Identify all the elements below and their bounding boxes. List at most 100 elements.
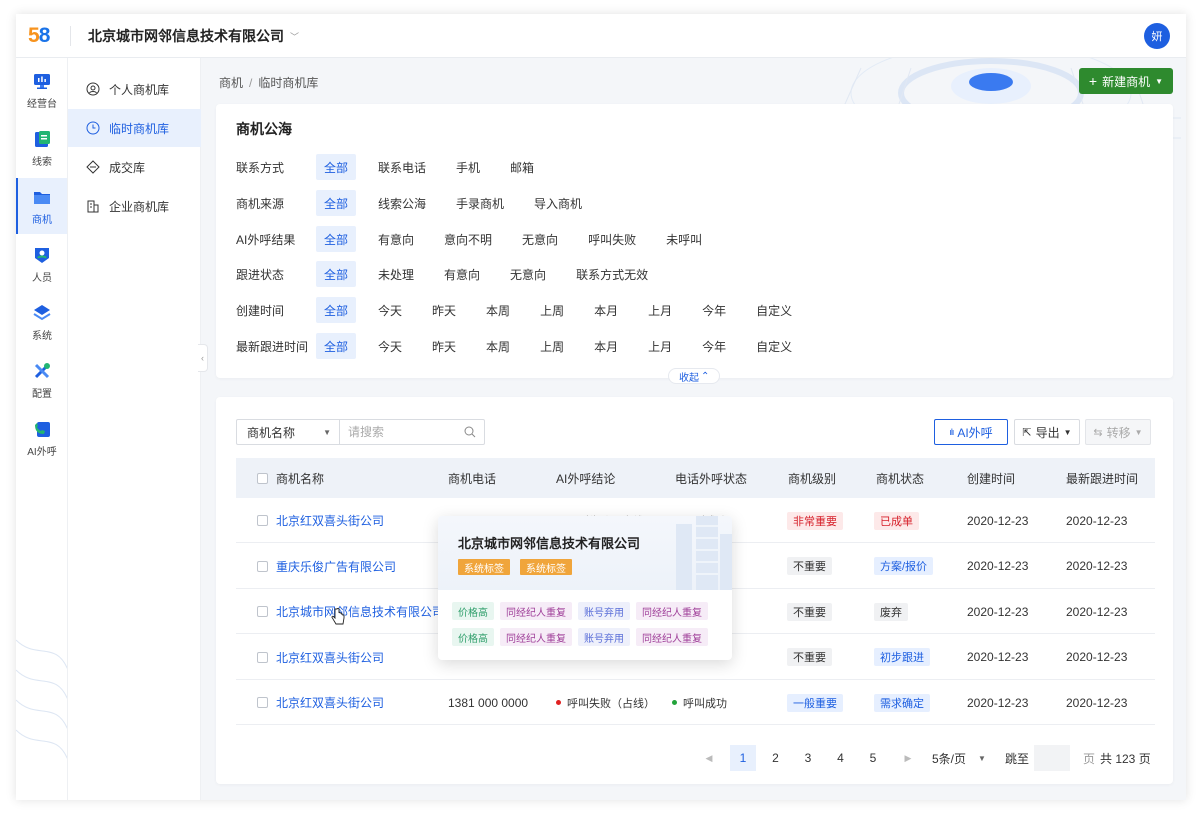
filter-row: 最新跟进时间 全部 今天 昨天 本周 上周 本月 上月 今年 自定义 bbox=[236, 333, 814, 359]
page-number-button[interactable]: 5 bbox=[860, 745, 886, 771]
level-cell: 一般重要 bbox=[787, 680, 843, 725]
pagination: ◀ 12345 ▶ 5条/页 ▼ 跳至 页 共 123 页 bbox=[216, 745, 1173, 771]
page-number-button[interactable]: 1 bbox=[730, 745, 756, 771]
page-number-button[interactable]: 2 bbox=[763, 745, 789, 771]
row-checkbox[interactable] bbox=[257, 680, 268, 725]
row-checkbox[interactable] bbox=[257, 544, 268, 589]
col-header-name[interactable]: 商机名称 bbox=[276, 458, 324, 498]
filter-option[interactable]: 手录商机 bbox=[448, 190, 512, 216]
filter-option[interactable]: 全部 bbox=[316, 154, 357, 180]
filter-option[interactable]: 本月 bbox=[586, 297, 626, 323]
subnav-item-enterprise[interactable]: 企业商机库 bbox=[68, 187, 201, 225]
search-field-select[interactable]: 商机名称 ▼ bbox=[236, 419, 340, 445]
filter-option[interactable]: 邮箱 bbox=[502, 154, 542, 180]
export-icon: ⇱ bbox=[1022, 426, 1032, 439]
filter-option[interactable]: 未呼叫 bbox=[658, 226, 710, 252]
status-badge: 需求确定 bbox=[874, 693, 930, 712]
prev-page-button[interactable]: ◀ bbox=[696, 745, 722, 771]
filter-option[interactable]: 上月 bbox=[640, 333, 680, 359]
page-number-button[interactable]: 4 bbox=[828, 745, 854, 771]
filter-option[interactable]: 今年 bbox=[694, 333, 734, 359]
opportunity-name-link[interactable]: 北京红双喜头街公司 bbox=[276, 680, 384, 725]
filter-option[interactable]: 上周 bbox=[532, 297, 572, 323]
avatar[interactable]: 妍 bbox=[1144, 23, 1170, 49]
filter-option[interactable]: 今天 bbox=[370, 297, 410, 323]
filter-label: 联系方式 bbox=[236, 160, 285, 175]
filter-option[interactable]: 全部 bbox=[316, 333, 357, 359]
status-cell: 方案/报价 bbox=[874, 544, 934, 589]
opportunity-name-link[interactable]: 重庆乐俊广告有限公司 bbox=[276, 544, 396, 589]
jump-page-input[interactable] bbox=[1034, 745, 1070, 771]
export-button[interactable]: ⇱ 导出 ▼ bbox=[1014, 419, 1080, 445]
fold-toggle[interactable]: 收起 ⌃ bbox=[668, 368, 721, 384]
filter-option[interactable]: 全部 bbox=[316, 190, 357, 216]
filter-option[interactable]: 本周 bbox=[478, 333, 518, 359]
filter-option[interactable]: 全部 bbox=[316, 226, 357, 252]
level-cell: 非常重要 bbox=[787, 498, 843, 543]
company-name: 北京城市网邻信息技术有限公司 bbox=[88, 28, 284, 44]
select-all-checkbox[interactable] bbox=[257, 458, 268, 498]
sidebar-item-label: 人员 bbox=[32, 272, 52, 284]
breadcrumb-root[interactable]: 商机 bbox=[219, 76, 243, 90]
label-tag: 账号弃用 bbox=[578, 628, 630, 646]
table-row[interactable]: 北京红双喜头街公司 1381 000 0000 呼叫失败（占线） 呼叫成功 一般重要 需求… bbox=[236, 680, 1155, 725]
sidebar-item-clue[interactable]: 线索 bbox=[16, 120, 67, 176]
sidebar-item-system[interactable]: 系统 bbox=[16, 294, 67, 350]
page-number-button[interactable]: 3 bbox=[795, 745, 821, 771]
ai-call-button[interactable]: ılı AI外呼 bbox=[934, 419, 1008, 445]
search-icon[interactable] bbox=[464, 426, 476, 438]
sidebar-item-ai-call[interactable]: AI外呼 bbox=[16, 410, 67, 466]
filter-option[interactable]: 今天 bbox=[370, 333, 410, 359]
row-checkbox[interactable] bbox=[257, 589, 268, 634]
filter-option[interactable]: 昨天 bbox=[424, 333, 464, 359]
page-size-select[interactable]: 5条/页 ▼ bbox=[932, 745, 986, 771]
row-checkbox[interactable] bbox=[257, 498, 268, 543]
opportunity-name-link[interactable]: 北京红双喜头街公司 bbox=[276, 635, 384, 680]
col-header-level[interactable]: 商机级别 bbox=[788, 458, 836, 498]
filter-option[interactable]: 未处理 bbox=[370, 261, 422, 287]
col-header-ai-result[interactable]: AI外呼结论 bbox=[556, 458, 615, 498]
new-opportunity-button[interactable]: + 新建商机 ▼ bbox=[1078, 68, 1173, 94]
subnav-item-deal[interactable]: 成交库 bbox=[68, 148, 201, 186]
filter-option[interactable]: 呼叫失败 bbox=[580, 226, 644, 252]
filter-option[interactable]: 上周 bbox=[532, 333, 572, 359]
row-checkbox[interactable] bbox=[257, 635, 268, 680]
sidebar-item-opportunity[interactable]: 商机 bbox=[16, 178, 67, 234]
company-switcher[interactable]: 北京城市网邻信息技术有限公司 ﹀ bbox=[88, 26, 299, 46]
filter-option[interactable]: 昨天 bbox=[424, 297, 464, 323]
opportunity-name-link[interactable]: 北京城市网邻信息技术有限公司 bbox=[276, 589, 444, 634]
sidebar-item-config[interactable]: 配置 bbox=[16, 352, 67, 408]
filter-option[interactable]: 意向不明 bbox=[436, 226, 500, 252]
filter-option[interactable]: 手机 bbox=[448, 154, 488, 180]
filter-option[interactable]: 导入商机 bbox=[526, 190, 590, 216]
next-page-button[interactable]: ▶ bbox=[895, 745, 921, 771]
filter-option[interactable]: 今年 bbox=[694, 297, 734, 323]
sidebar-item-staff[interactable]: 人员 bbox=[16, 236, 67, 292]
filter-option[interactable]: 无意向 bbox=[502, 261, 554, 287]
filter-option[interactable]: 全部 bbox=[316, 261, 357, 287]
col-header-created[interactable]: 创建时间 bbox=[967, 458, 1015, 498]
opportunity-name-link[interactable]: 北京红双喜头街公司 bbox=[276, 498, 384, 543]
filter-option[interactable]: 本月 bbox=[586, 333, 626, 359]
col-header-status[interactable]: 商机状态 bbox=[876, 458, 924, 498]
filter-option[interactable]: 本周 bbox=[478, 297, 518, 323]
filter-option[interactable]: 联系电话 bbox=[370, 154, 434, 180]
filter-option[interactable]: 上月 bbox=[640, 297, 680, 323]
subnav-item-temporary[interactable]: 临时商机库 bbox=[68, 109, 201, 147]
clock-icon bbox=[86, 121, 100, 135]
filter-option[interactable]: 自定义 bbox=[748, 297, 800, 323]
filter-title: 商机公海 bbox=[236, 121, 292, 137]
col-header-followed[interactable]: 最新跟进时间 bbox=[1066, 458, 1138, 498]
filter-option[interactable]: 全部 bbox=[316, 297, 357, 323]
filter-option[interactable]: 有意向 bbox=[436, 261, 488, 287]
filter-option[interactable]: 自定义 bbox=[748, 333, 800, 359]
filter-option[interactable]: 有意向 bbox=[370, 226, 422, 252]
filter-option[interactable]: 无意向 bbox=[514, 226, 566, 252]
filter-option[interactable]: 联系方式无效 bbox=[568, 261, 656, 287]
col-header-call-status[interactable]: 电话外呼状态 bbox=[675, 458, 747, 498]
filter-option[interactable]: 线索公海 bbox=[370, 190, 434, 216]
transfer-button[interactable]: ⇆ 转移 ▼ bbox=[1085, 419, 1151, 445]
sidebar-item-dashboard[interactable]: 经营台 bbox=[16, 62, 67, 118]
subnav-item-personal[interactable]: 个人商机库 bbox=[68, 70, 201, 108]
col-header-phone[interactable]: 商机电话 bbox=[448, 458, 496, 498]
